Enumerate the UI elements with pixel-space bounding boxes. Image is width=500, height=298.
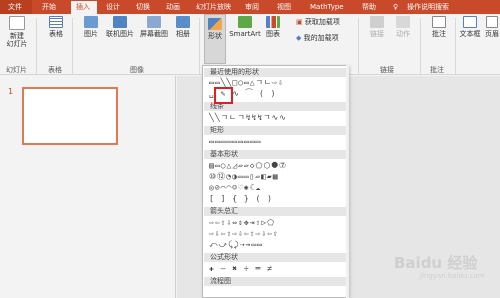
slide-icon bbox=[9, 16, 25, 30]
basic-shapes-row[interactable]: ◎⊘⌒◠☺♡✺☾☁ bbox=[209, 183, 261, 192]
comment-icon bbox=[432, 16, 446, 28]
textbox-icon bbox=[463, 16, 477, 28]
comment-button[interactable]: 批注 bbox=[428, 16, 450, 38]
tab-view[interactable]: 视图 bbox=[277, 3, 291, 11]
header-footer-button[interactable]: 页眉 bbox=[484, 16, 500, 38]
basic-shapes-row[interactable]: ▤▭○△◿▱▱◇⬠⬡⯃⑦ bbox=[209, 161, 287, 170]
my-addins-label: 我的加载项 bbox=[303, 34, 339, 42]
picture-button[interactable]: 图片 bbox=[80, 16, 102, 38]
highlight-freeform-shape bbox=[214, 87, 233, 104]
album-button[interactable]: 相册 bbox=[172, 16, 194, 38]
baidu-watermark: Baidu 经验 bbox=[394, 254, 478, 272]
album-label: 相册 bbox=[176, 30, 190, 38]
arrows-row[interactable]: ⇨⇩⇦⇧⇨⇩⇦⇧⇨⇩⇦⇧ bbox=[209, 229, 279, 238]
screenshot-label: 屏幕截图 bbox=[140, 30, 168, 38]
action-button[interactable]: 动作 bbox=[392, 16, 414, 38]
shapes-label: 形状 bbox=[208, 32, 222, 40]
chart-label: 图表 bbox=[266, 30, 280, 38]
ribbon-tab-bar: 文件 开始 插入 设计 切换 动画 幻灯片放映 审阅 视图 MathType 帮… bbox=[0, 0, 500, 14]
get-addins-button[interactable]: ▣ 获取加载项 bbox=[296, 18, 340, 26]
group-label-links: 链接 bbox=[380, 66, 394, 74]
divider bbox=[36, 18, 37, 74]
link-icon bbox=[370, 16, 384, 28]
link-label: 链接 bbox=[370, 30, 384, 38]
powerpoint-window: 文件 开始 插入 设计 切换 动画 幻灯片放映 审阅 视图 MathType 帮… bbox=[0, 0, 500, 298]
tab-review[interactable]: 审阅 bbox=[245, 3, 259, 11]
group-label-slides: 幻灯片 bbox=[6, 66, 27, 74]
header-footer-label: 页眉 bbox=[485, 30, 499, 38]
section-rectangles: 矩形 bbox=[204, 126, 348, 135]
section-recent: 最近使用的形状 bbox=[204, 68, 348, 77]
divider bbox=[72, 18, 73, 74]
picture-label: 图片 bbox=[84, 30, 98, 38]
group-label-comments: 批注 bbox=[430, 66, 444, 74]
shapes-icon bbox=[208, 18, 222, 30]
rectangles-row[interactable]: ▭▭▭▭▭▭▭▭▭ bbox=[209, 137, 261, 146]
link-button[interactable]: 链接 bbox=[366, 16, 388, 38]
tab-help[interactable]: 帮助 bbox=[362, 3, 376, 11]
gallery-scrollbar[interactable] bbox=[346, 65, 349, 298]
album-icon bbox=[176, 16, 190, 28]
action-label: 动作 bbox=[396, 30, 410, 38]
get-addins-label: 获取加载项 bbox=[304, 18, 340, 26]
slide-thumbnail[interactable] bbox=[22, 87, 118, 145]
recent-shapes-row[interactable]: ▭▭╲╲□○▭△ㄱㄴ⇨⇩ bbox=[209, 78, 284, 87]
section-flowchart: 流程图 bbox=[204, 277, 348, 286]
addins-icon: ◆ bbox=[296, 34, 302, 42]
shapes-button[interactable]: 形状 bbox=[204, 14, 226, 64]
divider bbox=[420, 18, 421, 74]
new-slide-label: 新建 幻灯片 bbox=[6, 32, 28, 48]
group-label-images: 图像 bbox=[130, 66, 144, 74]
tab-transitions[interactable]: 切换 bbox=[136, 3, 150, 11]
tab-home[interactable]: 开始 bbox=[42, 3, 56, 11]
new-slide-button[interactable]: 新建 幻灯片 bbox=[4, 16, 30, 48]
online-picture-button[interactable]: 联机图片 bbox=[104, 16, 136, 38]
slide-number: 1 bbox=[8, 87, 14, 96]
tab-design[interactable]: 设计 bbox=[106, 3, 120, 11]
smartart-label: SmartArt bbox=[229, 30, 261, 38]
table-label: 表格 bbox=[49, 30, 63, 38]
textbox-button[interactable]: 文本框 bbox=[458, 16, 482, 38]
online-picture-label: 联机图片 bbox=[106, 30, 134, 38]
comment-label: 批注 bbox=[432, 30, 446, 38]
online-picture-icon bbox=[113, 16, 127, 28]
tab-animations[interactable]: 动画 bbox=[166, 3, 180, 11]
lightbulb-icon: ♀ bbox=[393, 3, 399, 11]
screenshot-icon bbox=[147, 16, 161, 28]
divider bbox=[199, 18, 200, 74]
table-icon bbox=[49, 16, 63, 28]
picture-icon bbox=[84, 16, 98, 28]
chart-icon bbox=[266, 16, 280, 28]
arrows-row[interactable]: ⤺⤻⤹⤸⇢⇝▭▭ bbox=[209, 240, 263, 249]
tab-file-label[interactable]: 文件 bbox=[8, 3, 22, 11]
smartart-icon bbox=[238, 16, 252, 28]
smartart-button[interactable]: SmartArt bbox=[229, 16, 261, 38]
store-icon: ▣ bbox=[296, 18, 303, 26]
group-label-tables: 表格 bbox=[48, 66, 62, 74]
basic-shapes-row[interactable]: [ ] { } ( ) bbox=[209, 194, 273, 203]
textbox-label: 文本框 bbox=[459, 30, 481, 38]
arrows-row[interactable]: ⇨⇦⇧⇩⇔⇕✥⇥⇧▷⬠ bbox=[209, 218, 275, 227]
divider bbox=[358, 18, 359, 74]
divider bbox=[455, 18, 456, 74]
lines-row[interactable]: ╲╲ㄱㄴㄱ↯↯↯ㄱ∿∿ bbox=[209, 113, 287, 122]
equation-shapes-row[interactable]: ✚ — ✖ ÷ ═ ≠ bbox=[209, 264, 273, 273]
header-footer-icon bbox=[486, 16, 498, 28]
screenshot-button[interactable]: 屏幕截图 bbox=[138, 16, 170, 38]
basic-shapes-row[interactable]: ⑩⑫◔◑▭▭▯▱◧▰▦ bbox=[209, 172, 279, 181]
section-equation-shapes: 公式形状 bbox=[204, 253, 348, 262]
section-basic-shapes: 基本形状 bbox=[204, 150, 348, 159]
tab-slideshow[interactable]: 幻灯片放映 bbox=[196, 3, 231, 11]
tab-insert[interactable]: 插入 bbox=[76, 3, 90, 11]
section-block-arrows: 箭头总汇 bbox=[204, 207, 348, 216]
baidu-watermark-url: jingyan.baidu.com bbox=[420, 272, 485, 280]
my-addins-button[interactable]: ◆ 我的加载项 bbox=[296, 34, 339, 42]
table-button[interactable]: 表格 bbox=[45, 16, 67, 38]
tab-mathtype[interactable]: MathType bbox=[310, 3, 344, 11]
action-icon bbox=[396, 16, 410, 28]
tell-me-search[interactable]: 操作说明搜索 bbox=[407, 3, 449, 11]
chart-button[interactable]: 图表 bbox=[263, 16, 283, 38]
